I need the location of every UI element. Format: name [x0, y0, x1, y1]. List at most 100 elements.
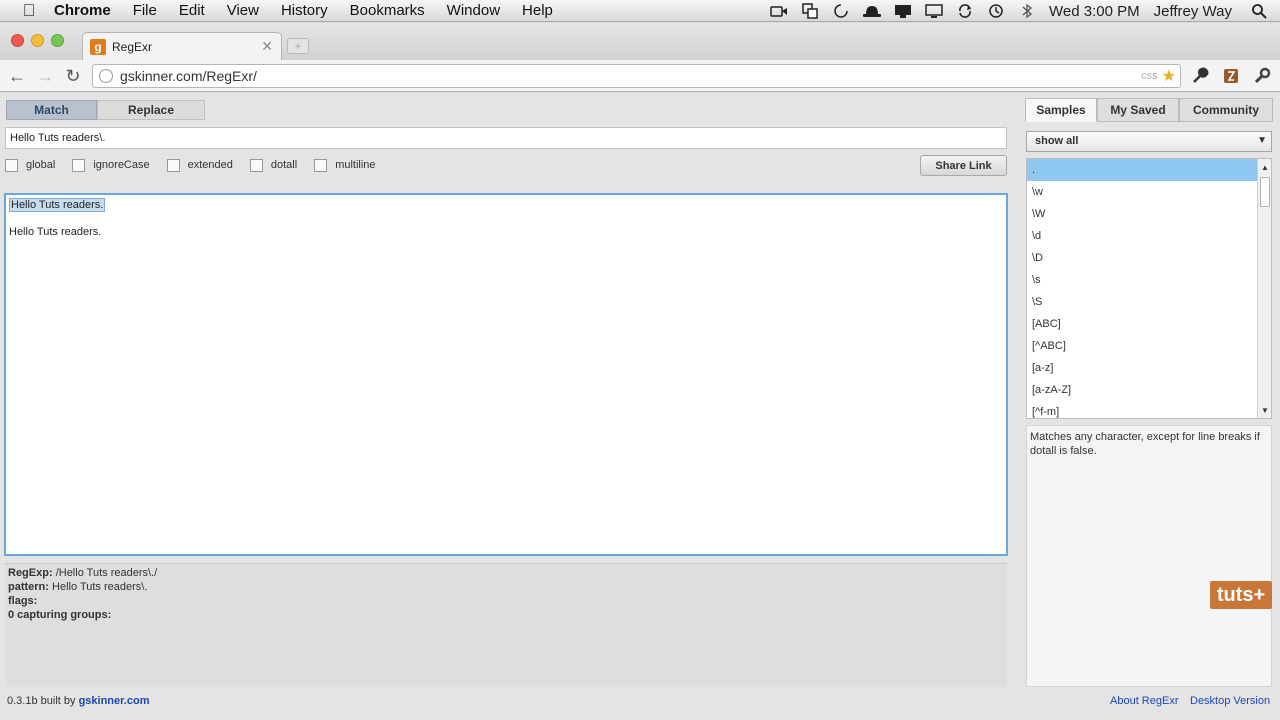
extended-checkbox[interactable]: [166, 158, 180, 172]
regex-details-panel: RegExp: /Hello Tuts readers\./ pattern: …: [5, 563, 1007, 687]
ignorecase-checkbox[interactable]: [72, 158, 86, 172]
menu-help[interactable]: Help: [522, 2, 553, 19]
regex-input[interactable]: Hello Tuts readers\.: [5, 127, 1007, 149]
pattern-detail: pattern: Hello Tuts readers\.: [8, 581, 148, 593]
sample-item-dot[interactable]: .: [1027, 159, 1258, 181]
sample-item[interactable]: \D: [1027, 247, 1258, 269]
regexr-favicon-icon: g: [90, 38, 106, 55]
menu-window[interactable]: Window: [447, 2, 500, 19]
menu-bookmarks[interactable]: Bookmarks: [350, 2, 425, 19]
capturing-groups-detail: 0 capturing groups:: [8, 609, 112, 621]
flag-label: dotall: [270, 159, 298, 171]
monitor-scale-icon[interactable]: [894, 3, 912, 19]
sample-item[interactable]: \w: [1027, 181, 1258, 203]
sidebar-tabs: Samples My Saved Community: [1025, 98, 1273, 122]
share-link-button[interactable]: Share Link: [920, 155, 1007, 176]
url-text[interactable]: gskinner.com/RegExr/: [120, 68, 1141, 84]
close-window-button[interactable]: [11, 34, 24, 47]
version-text: 0.3.1b built by gskinner.com: [7, 695, 150, 707]
video-camera-icon[interactable]: [770, 3, 788, 19]
tab-match[interactable]: Match: [6, 100, 97, 120]
regexp-detail: RegExp: /Hello Tuts readers\./: [8, 567, 158, 579]
samples-list: . \w \W \d \D \s \S [ABC] [^ABC] [a-z] […: [1026, 158, 1272, 419]
dropdown-arrow-icon: ▼: [1257, 135, 1267, 146]
scroll-up-arrow-icon[interactable]: ▲: [1259, 161, 1271, 173]
tuts-plus-watermark: tuts+: [1210, 581, 1272, 609]
about-link[interactable]: About RegExr: [1110, 695, 1178, 707]
scroll-down-arrow-icon[interactable]: ▼: [1259, 404, 1271, 416]
css-badge: css: [1141, 70, 1158, 82]
settings-wrench-icon[interactable]: [1253, 67, 1271, 85]
dotall-checkbox[interactable]: [249, 158, 263, 172]
apple-icon[interactable]: : [20, 1, 38, 20]
bluetooth-icon[interactable]: [1018, 3, 1036, 19]
tab-community[interactable]: Community: [1179, 98, 1273, 122]
editor-pane: Match Replace Hello Tuts readers\. globa…: [0, 93, 1015, 687]
menu-view[interactable]: View: [227, 2, 259, 19]
menubar-user[interactable]: Jeffrey Way: [1154, 3, 1232, 20]
address-bar[interactable]: gskinner.com/RegExr/ css ★: [92, 64, 1181, 88]
sample-item[interactable]: [^f-m]: [1027, 401, 1258, 418]
mac-menubar:  Chrome File Edit View History Bookmark…: [0, 0, 1280, 22]
minimize-window-button[interactable]: [31, 34, 44, 47]
flag-dotall[interactable]: dotall: [249, 158, 298, 172]
flags-detail: flags:: [8, 595, 38, 607]
time-machine-icon[interactable]: [987, 3, 1005, 19]
browser-tab[interactable]: g RegExr ✕: [82, 32, 282, 60]
flag-label: ignoreCase: [93, 159, 150, 171]
globe-icon: [99, 69, 113, 83]
samples-scrollbar[interactable]: ▲ ▼: [1257, 159, 1271, 418]
regexr-app: Match Replace Hello Tuts readers\. globa…: [0, 93, 1280, 720]
sync-icon[interactable]: [956, 3, 974, 19]
reload-icon[interactable]: ↻: [63, 66, 83, 86]
menu-edit[interactable]: Edit: [179, 2, 205, 19]
sample-item[interactable]: \W: [1027, 203, 1258, 225]
desktop-version-link[interactable]: Desktop Version: [1190, 695, 1270, 707]
multiline-checkbox[interactable]: [314, 158, 328, 172]
wrench-tool-icon[interactable]: [1191, 67, 1209, 85]
forward-arrow-icon[interactable]: →: [35, 66, 55, 86]
menu-history[interactable]: History: [281, 2, 328, 19]
progress-icon[interactable]: [832, 3, 850, 19]
bookmark-star-icon[interactable]: ★: [1162, 66, 1176, 86]
tab-samples[interactable]: Samples: [1025, 98, 1097, 122]
back-arrow-icon[interactable]: ←: [7, 66, 27, 86]
sample-text-area[interactable]: Hello Tuts readers. Hello Tuts readers.: [4, 193, 1008, 556]
sample-description: Matches any character, except for line b…: [1026, 425, 1272, 687]
scrollbar-thumb[interactable]: [1260, 177, 1270, 207]
flag-ignorecase[interactable]: ignoreCase: [72, 158, 150, 172]
hat-icon[interactable]: [863, 3, 882, 19]
sample-item[interactable]: \S: [1027, 291, 1258, 313]
tab-replace[interactable]: Replace: [97, 100, 205, 120]
tab-my-saved[interactable]: My Saved: [1097, 98, 1179, 122]
sample-item[interactable]: \s: [1027, 269, 1258, 291]
browser-toolbar: ← → ↻ gskinner.com/RegExr/ css ★: [0, 60, 1280, 92]
sample-item[interactable]: [a-z]: [1027, 357, 1258, 379]
sample-item[interactable]: \d: [1027, 225, 1258, 247]
display-icon[interactable]: [925, 3, 943, 19]
copy-icon[interactable]: [801, 3, 819, 19]
sample-item[interactable]: [a-zA-Z]: [1027, 379, 1258, 401]
sample-item[interactable]: [ABC]: [1027, 313, 1258, 335]
new-tab-button[interactable]: +: [287, 38, 309, 54]
tab-title: RegExr: [112, 39, 153, 54]
flag-label: multiline: [335, 159, 376, 171]
text-line: Hello Tuts readers.: [9, 226, 102, 238]
zoom-window-button[interactable]: [51, 34, 64, 47]
menu-app-chrome[interactable]: Chrome: [54, 2, 111, 19]
flag-label: extended: [187, 159, 233, 171]
flag-global[interactable]: global: [5, 158, 56, 172]
flag-extended[interactable]: extended: [166, 158, 233, 172]
flag-label: global: [26, 159, 56, 171]
author-link[interactable]: gskinner.com: [79, 695, 150, 707]
menubar-clock[interactable]: Wed 3:00 PM: [1049, 3, 1140, 20]
samples-filter-dropdown[interactable]: show all ▼: [1026, 131, 1272, 152]
global-checkbox[interactable]: [5, 158, 18, 172]
sample-item[interactable]: [^ABC]: [1027, 335, 1258, 357]
menu-file[interactable]: File: [133, 2, 157, 19]
app-footer: 0.3.1b built by gskinner.com About RegEx…: [0, 687, 1280, 720]
flag-multiline[interactable]: multiline: [314, 158, 376, 172]
spotlight-search-icon[interactable]: [1250, 3, 1268, 19]
extension-icon[interactable]: [1222, 67, 1240, 85]
tab-close-icon[interactable]: ✕: [261, 38, 273, 55]
